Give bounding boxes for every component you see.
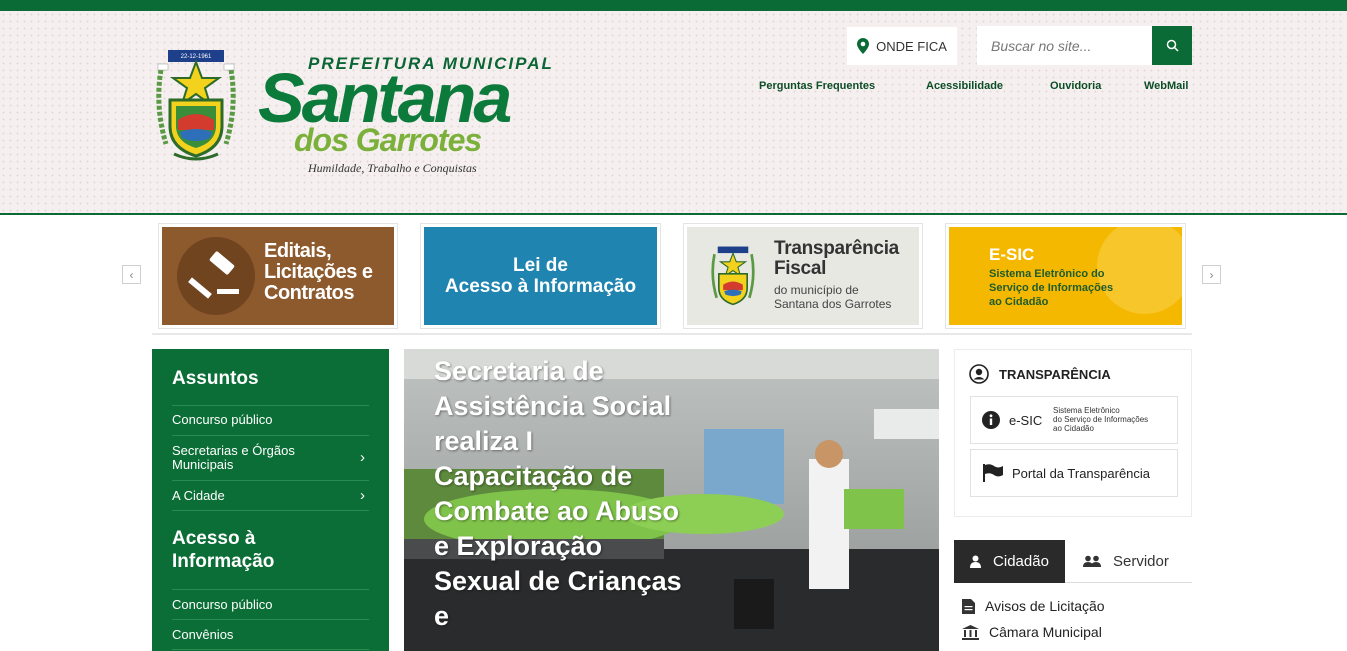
banner-transparencia-subtitle: do município de Santana dos Garrotes bbox=[774, 283, 892, 311]
carousel-prev-button[interactable]: ‹ bbox=[122, 265, 141, 284]
document-icon bbox=[962, 598, 975, 614]
sidebar-item-label: Concurso público bbox=[172, 412, 273, 427]
esic-label: e-SIC bbox=[1009, 413, 1043, 428]
link-perguntas-frequentes[interactable]: Perguntas Frequentes bbox=[759, 80, 875, 92]
chevron-left-icon: ‹ bbox=[129, 267, 134, 282]
link-acessibilidade[interactable]: Acessibilidade bbox=[926, 80, 1003, 92]
cidadao-servidor-tabs: Cidadão Servidor bbox=[954, 540, 1192, 583]
header-divider bbox=[0, 213, 1347, 215]
municipal-crest-logo: 22-12-1961 bbox=[156, 50, 236, 161]
banner-esic-title: E-SIC bbox=[989, 245, 1035, 264]
banner-esic[interactable]: E-SIC Sistema Eletrônico do Serviço de I… bbox=[945, 223, 1186, 329]
esic-button[interactable]: e-SIC Sistema Eletrônico do Serviço de I… bbox=[970, 396, 1178, 444]
logo-motto: Humildade, Trabalho e Conquistas bbox=[308, 161, 477, 175]
tab-cidadao-label: Cidadão bbox=[993, 553, 1049, 570]
banner-editais-image: Editais, Licitações e Contratos bbox=[162, 227, 394, 325]
banner-editais[interactable]: Editais, Licitações e Contratos bbox=[158, 223, 398, 329]
banner-transparencia-title: Transparência Fiscal bbox=[774, 238, 899, 279]
portal-transparencia-label: Portal da Transparência bbox=[1012, 466, 1151, 481]
sidebar-item-concurso-publico-2[interactable]: Concurso público bbox=[172, 590, 369, 620]
banner-transparencia-fiscal[interactable]: Transparência Fiscal do município de San… bbox=[683, 223, 923, 329]
location-label: ONDE FICA bbox=[876, 38, 947, 54]
banner-esic-image: E-SIC Sistema Eletrônico do Serviço de I… bbox=[949, 227, 1182, 325]
news-slide[interactable]: Secretaria de Assistência Social realiza… bbox=[404, 349, 939, 651]
crest-date: 22-12-1961 bbox=[181, 54, 212, 60]
link-camara-municipal[interactable]: Câmara Municipal bbox=[962, 624, 1102, 640]
link-camara-municipal-label: Câmara Municipal bbox=[989, 624, 1102, 640]
sidebar-item-concurso-publico[interactable]: Concurso público bbox=[172, 406, 369, 436]
banner-lei-acesso[interactable]: Lei de Acesso à Informação bbox=[420, 223, 661, 329]
transparencia-panel: TRANSPARÊNCIA e-SIC Sistema Eletrônico d… bbox=[954, 349, 1192, 517]
top-green-bar bbox=[0, 0, 1347, 11]
chevron-right-icon: › bbox=[1209, 267, 1214, 282]
map-pin-icon bbox=[857, 38, 870, 54]
tab-cidadao[interactable]: Cidadão bbox=[954, 540, 1065, 583]
chevron-right-icon: › bbox=[360, 449, 365, 466]
gavel-icon-circle bbox=[177, 237, 255, 315]
flag-icon bbox=[983, 464, 1003, 482]
sidebar-item-convenios[interactable]: Convênios bbox=[172, 620, 369, 650]
user-circle-icon bbox=[969, 364, 989, 384]
tab-servidor[interactable]: Servidor bbox=[1083, 540, 1169, 583]
chevron-right-icon: › bbox=[360, 486, 365, 504]
banner-lei-acesso-image: Lei de Acesso à Informação bbox=[424, 227, 657, 325]
banner-lei-acesso-title: Lei de Acesso à Informação bbox=[444, 255, 637, 297]
link-avisos-licitacao-label: Avisos de Licitação bbox=[985, 598, 1105, 614]
location-button[interactable]: ONDE FICA bbox=[847, 27, 957, 65]
sidebar-item-a-cidade[interactable]: A Cidade › bbox=[172, 481, 369, 511]
transparencia-header: TRANSPARÊNCIA bbox=[969, 364, 1111, 384]
site-header: 22-12-1961 PREFEITURA MUNICIPAL Santana … bbox=[0, 11, 1347, 213]
search-input[interactable] bbox=[977, 26, 1152, 65]
search-button[interactable] bbox=[1152, 26, 1192, 65]
search-icon bbox=[1166, 39, 1179, 52]
news-headline[interactable]: Secretaria de Assistência Social realiza… bbox=[434, 354, 694, 634]
crest-icon bbox=[711, 246, 755, 306]
sidebar-item-label: Concurso público bbox=[172, 597, 273, 612]
sidebar-item-secretarias[interactable]: Secretarias e Órgãos Municipais › bbox=[172, 436, 369, 481]
sidebar-item-label: A Cidade bbox=[172, 488, 225, 503]
link-ouvidoria[interactable]: Ouvidoria bbox=[1050, 80, 1101, 92]
user-icon bbox=[970, 555, 982, 568]
link-webmail[interactable]: WebMail bbox=[1144, 80, 1188, 92]
tab-servidor-label: Servidor bbox=[1113, 553, 1169, 570]
info-icon bbox=[982, 411, 1000, 429]
banner-esic-subtitle: Sistema Eletrônico do Serviço de Informa… bbox=[989, 268, 1114, 308]
link-avisos-licitacao[interactable]: Avisos de Licitação bbox=[962, 598, 1105, 614]
site-logo[interactable]: PREFEITURA MUNICIPAL Santana dos Garrote… bbox=[258, 51, 558, 181]
esic-description: Sistema Eletrônico do Serviço de Informa… bbox=[1053, 406, 1149, 433]
gavel-icon bbox=[188, 251, 239, 299]
banner-transparencia-image: Transparência Fiscal do município de San… bbox=[687, 227, 919, 325]
left-sidebar: Assuntos Concurso público Secretarias e … bbox=[152, 349, 389, 651]
carousel-next-button[interactable]: › bbox=[1202, 265, 1221, 284]
portal-transparencia-button[interactable]: Portal da Transparência bbox=[970, 449, 1178, 497]
transparencia-heading: TRANSPARÊNCIA bbox=[999, 366, 1111, 382]
institution-icon bbox=[962, 624, 979, 640]
sidebar-item-label: Secretarias e Órgãos Municipais bbox=[172, 443, 295, 472]
sidebar-heading-acesso-informacao: Acesso à Informação bbox=[172, 528, 275, 572]
logo-city-subname: dos Garrotes bbox=[294, 122, 482, 158]
sidebar-item-label: Convênios bbox=[172, 627, 234, 642]
users-icon bbox=[1083, 555, 1101, 567]
banner-editais-title: Editais, Licitações e Contratos bbox=[264, 240, 373, 304]
banner-separator bbox=[152, 333, 1192, 335]
sidebar-heading-assuntos: Assuntos bbox=[172, 368, 259, 389]
